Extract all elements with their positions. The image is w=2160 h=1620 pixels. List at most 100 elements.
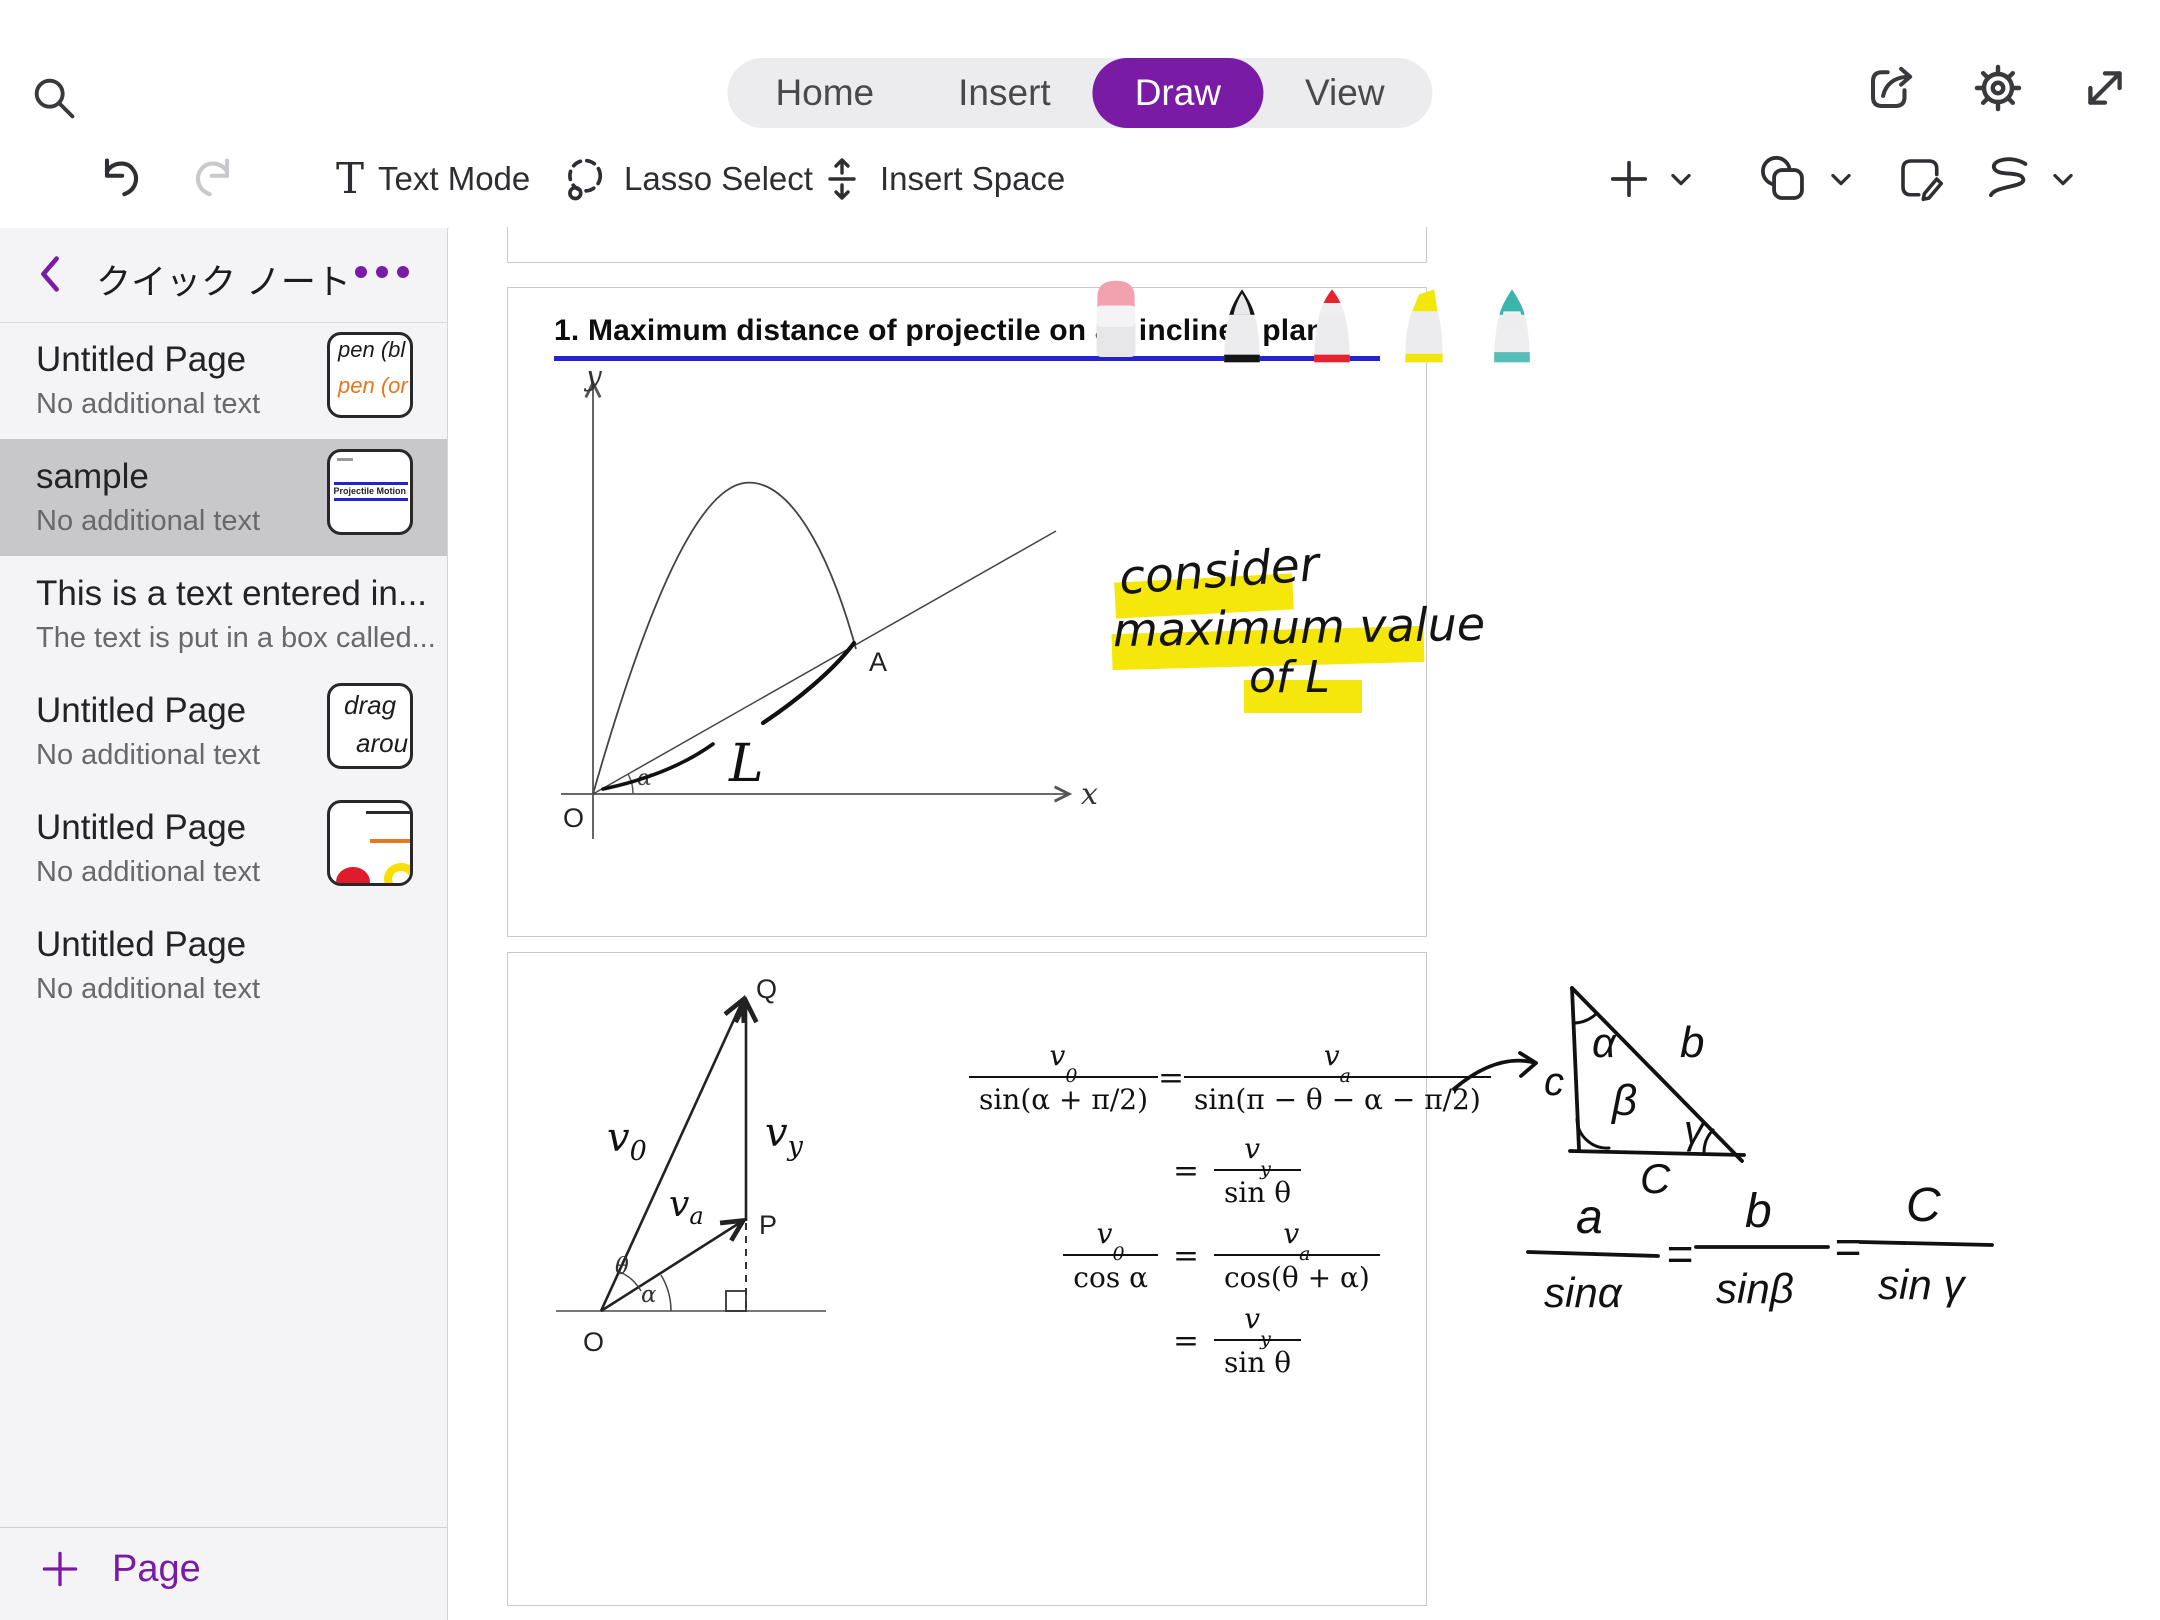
ink-replay-button[interactable] bbox=[1972, 130, 2084, 228]
rule-denominator-sina: sinα bbox=[1544, 1269, 1623, 1316]
sidebar-footer: Page bbox=[0, 1527, 447, 1620]
ink-to-text-button[interactable] bbox=[1888, 130, 1954, 228]
thumb-title-text: Projectile Motion bbox=[333, 486, 406, 496]
page-list-item-selected[interactable]: sample No additional text Projectile Mot… bbox=[0, 439, 447, 556]
velocity-diagram: Q P O θ α v0 vy va bbox=[541, 966, 881, 1376]
rule-denominator-sinb: sinβ bbox=[1716, 1265, 1794, 1312]
rule-numerator-a: a bbox=[1576, 1191, 1603, 1244]
q-label: Q bbox=[756, 974, 777, 1004]
page-title: Untitled Page bbox=[36, 691, 246, 731]
pen-red-icon bbox=[1300, 286, 1364, 364]
point-a-label: A bbox=[869, 647, 887, 677]
redo-icon bbox=[188, 153, 240, 205]
squiggle-icon bbox=[1978, 151, 2034, 207]
add-page-button[interactable]: Page bbox=[32, 1546, 207, 1592]
insert-space-icon bbox=[818, 153, 866, 205]
projectile-graph: y x O A α L bbox=[541, 371, 1111, 871]
pen-teal-tool[interactable] bbox=[1480, 286, 1544, 369]
content-box-vectors[interactable]: Q P O θ α v0 vy va v0 sin(α + π/2) = bbox=[507, 952, 1427, 1606]
lasso-icon bbox=[558, 153, 610, 205]
page-title: This is a text entered in... bbox=[36, 574, 427, 614]
page-list: Untitled Page No additional text pen (bl… bbox=[0, 322, 447, 1024]
rule-numerator-b: b bbox=[1745, 1185, 1772, 1238]
settings-button[interactable] bbox=[1970, 60, 2026, 119]
ribbon-tabs: Home Insert Draw View bbox=[727, 58, 1432, 128]
insert-space-label: Insert Space bbox=[880, 160, 1065, 198]
equation-row: = vy sin θ bbox=[986, 1302, 1418, 1379]
notebook-title: クイック ノート bbox=[0, 254, 447, 305]
insert-space-button[interactable]: Insert Space bbox=[812, 130, 1071, 228]
tab-draw[interactable]: Draw bbox=[1093, 58, 1263, 128]
tab-home[interactable]: Home bbox=[733, 58, 916, 128]
page-title: Untitled Page bbox=[36, 340, 246, 380]
equation-block: v0 sin(α + π/2) = va sin(π − θ − α − π/2… bbox=[986, 1039, 1418, 1395]
page-subtitle: No additional text bbox=[36, 505, 260, 538]
chevron-down-icon bbox=[1666, 164, 1696, 194]
pen-black-tool[interactable] bbox=[1210, 286, 1274, 369]
lasso-select-button[interactable]: Lasso Select bbox=[552, 130, 819, 228]
alpha-label: α bbox=[641, 1282, 657, 1308]
eraser-icon bbox=[1085, 272, 1147, 364]
note-canvas[interactable]: 1. Maximum distance of projectile on an … bbox=[449, 228, 2160, 1620]
pen-black-icon bbox=[1210, 286, 1274, 364]
trajectory-curve bbox=[593, 483, 856, 794]
more-button[interactable] bbox=[355, 266, 409, 278]
page-thumbnail: drag arou bbox=[327, 683, 413, 769]
pen-teal-icon bbox=[1480, 286, 1544, 364]
y-axis-label: y bbox=[583, 371, 603, 393]
sine-rule-sketch: α β γ c b C a sinα = b sinβ = C sin γ bbox=[1440, 955, 2000, 1335]
origin-label: O bbox=[563, 803, 584, 833]
page-title: Untitled Page bbox=[36, 925, 246, 965]
tab-insert[interactable]: Insert bbox=[916, 58, 1093, 128]
highlighter-yellow-tool[interactable] bbox=[1390, 286, 1458, 369]
highlighter-icon bbox=[1390, 286, 1458, 364]
shapes-icon bbox=[1754, 150, 1812, 208]
page-list-item[interactable]: Untitled Page No additional text bbox=[0, 790, 447, 907]
va-label: va bbox=[669, 1184, 704, 1230]
page-thumbnail: pen (bl pen (or bbox=[327, 332, 413, 418]
chevron-down-icon bbox=[2048, 164, 2078, 194]
page-subtitle: No additional text bbox=[36, 856, 260, 889]
share-icon bbox=[1864, 61, 1918, 115]
page-list-item[interactable]: Untitled Page No additional text pen (bl… bbox=[0, 322, 447, 439]
equation-row: v0 cos α = va cos(θ + α) bbox=[986, 1217, 1418, 1294]
theta-label: θ bbox=[615, 1254, 629, 1280]
undo-button[interactable] bbox=[88, 130, 152, 228]
fullscreen-button[interactable] bbox=[2078, 61, 2132, 118]
page-subtitle: No additional text bbox=[36, 739, 260, 772]
tab-view[interactable]: View bbox=[1263, 58, 1427, 128]
length-l-label: L bbox=[728, 734, 764, 794]
equals-sign: = bbox=[1834, 1221, 1861, 1273]
chevron-down-icon bbox=[1826, 164, 1856, 194]
sidebar-header: クイック ノート bbox=[0, 228, 447, 323]
top-bar: Home Insert Draw View bbox=[0, 0, 2160, 130]
side-b-label: b bbox=[1680, 1018, 1704, 1067]
redo-button[interactable] bbox=[182, 130, 246, 228]
onenote-app: Home Insert Draw View bbox=[0, 0, 2160, 1620]
right-angle-mark bbox=[726, 1291, 746, 1311]
text-mode-label: Text Mode bbox=[378, 160, 530, 198]
alpha-arc bbox=[661, 1275, 671, 1311]
text-mode-button[interactable]: T Text Mode bbox=[330, 130, 536, 228]
page-list-item[interactable]: Untitled Page No additional text bbox=[0, 907, 447, 1024]
pen-red-tool[interactable] bbox=[1300, 286, 1364, 369]
plus-icon bbox=[1606, 156, 1652, 202]
side-c-label: c bbox=[1544, 1060, 1564, 1104]
search-icon bbox=[28, 72, 80, 124]
handwritten-text: of L bbox=[1249, 652, 1330, 703]
page-subtitle: The text is put in a box called... bbox=[36, 622, 436, 655]
content-box-partial bbox=[507, 227, 1427, 263]
equals-sign: = bbox=[1666, 1228, 1693, 1280]
page-list-item[interactable]: This is a text entered in... The text is… bbox=[0, 556, 447, 673]
rule-numerator-c: C bbox=[1906, 1179, 1941, 1232]
eraser-tool[interactable] bbox=[1085, 272, 1147, 369]
search-button[interactable] bbox=[28, 72, 80, 127]
undo-icon bbox=[94, 153, 146, 205]
add-pen-button[interactable] bbox=[1600, 130, 1702, 228]
handwritten-stroke bbox=[603, 744, 713, 789]
shapes-button[interactable] bbox=[1748, 130, 1862, 228]
lasso-label: Lasso Select bbox=[624, 160, 813, 198]
share-button[interactable] bbox=[1864, 61, 1918, 118]
x-axis-label: x bbox=[1081, 777, 1098, 812]
page-list-item[interactable]: Untitled Page No additional text drag ar… bbox=[0, 673, 447, 790]
